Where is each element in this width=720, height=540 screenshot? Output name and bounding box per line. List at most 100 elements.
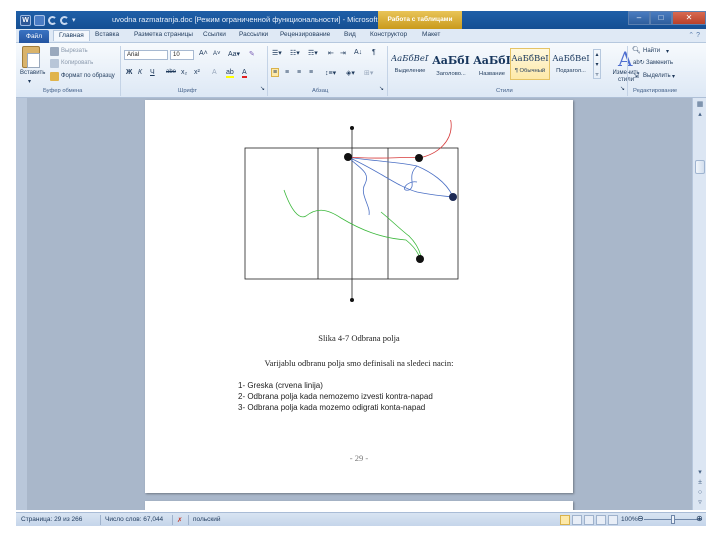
style-subtitle[interactable]: AaБбВеI Подзагол...	[551, 48, 591, 80]
scroll-up-icon[interactable]: ▴	[695, 110, 705, 120]
full-screen-reading-view-icon[interactable]	[572, 515, 582, 525]
font-name-combo[interactable]: Arial	[124, 50, 168, 60]
tab-home[interactable]: Главная	[53, 30, 90, 41]
outline-view-icon[interactable]	[596, 515, 606, 525]
tab-mailings[interactable]: Рассылки	[239, 31, 268, 38]
format-painter-icon[interactable]	[50, 72, 59, 81]
tab-page-layout[interactable]: Разметка страницы	[134, 31, 193, 38]
copy-icon[interactable]	[50, 59, 59, 68]
tab-insert[interactable]: Вставка	[95, 31, 119, 38]
paste-dropdown-icon[interactable]: ▾	[28, 78, 31, 85]
paste-icon[interactable]	[22, 46, 40, 68]
shading-icon[interactable]: ◈▾	[346, 69, 355, 77]
print-layout-view-icon[interactable]	[560, 515, 570, 525]
document-page[interactable]: Slika 4-7 Odbrana polja Varijablu odbran…	[145, 100, 573, 493]
draft-view-icon[interactable]	[608, 515, 618, 525]
cut-button[interactable]: Вырезать	[61, 48, 88, 54]
font-color-icon[interactable]: A	[242, 69, 247, 78]
zoom-in-icon[interactable]: ⊕	[696, 514, 703, 523]
numbering-icon[interactable]: ☷▾	[290, 49, 300, 57]
italic-icon[interactable]: К	[138, 69, 142, 76]
save-icon[interactable]	[34, 14, 45, 26]
tab-table-design[interactable]: Конструктор	[370, 31, 407, 38]
redo-icon[interactable]	[60, 15, 69, 25]
font-size-combo[interactable]: 10	[170, 50, 194, 60]
browse-object-icon[interactable]: ○	[695, 488, 705, 498]
zoom-slider-thumb[interactable]	[671, 515, 675, 524]
borders-icon[interactable]: ⊞▾	[364, 69, 373, 77]
zoom-level[interactable]: 100%	[621, 516, 638, 523]
tab-file[interactable]: Файл	[19, 30, 49, 43]
grow-font-icon[interactable]: A˄	[199, 50, 208, 57]
undo-icon[interactable]	[48, 15, 57, 25]
multilevel-list-icon[interactable]: ☶▾	[308, 49, 318, 57]
vertical-scrollbar[interactable]: ▦ ▴ ▾ ± ○ ▿	[692, 98, 706, 510]
ruler-toggle-icon[interactable]: ▦	[695, 100, 705, 110]
subscript-icon[interactable]: x₂	[181, 69, 187, 76]
minimize-button[interactable]: –	[628, 11, 650, 25]
tab-references[interactable]: Ссылки	[203, 31, 226, 38]
find-dropdown-icon[interactable]: ▾	[666, 48, 669, 55]
strikethrough-icon[interactable]: abe	[166, 69, 176, 75]
show-marks-icon[interactable]: ¶	[372, 49, 376, 56]
increase-indent-icon[interactable]: ⇥	[340, 49, 346, 57]
ribbon-tabs: Файл Главная Вставка Разметка страницы С…	[16, 29, 706, 43]
word-app-icon[interactable]: W	[20, 14, 31, 26]
styles-more-icon[interactable]: ▴ ▾ ▿	[593, 49, 601, 79]
document-area[interactable]: Slika 4-7 Odbrana polja Varijablu odbran…	[16, 98, 692, 510]
next-page[interactable]	[145, 501, 573, 510]
highlight-icon[interactable]: ab	[226, 69, 234, 78]
style-normal[interactable]: AaБбВеI ¶ Обычный	[510, 48, 550, 80]
replace-button[interactable]: Заменить	[646, 60, 673, 66]
underline-icon[interactable]: Ч	[150, 69, 155, 76]
paragraph-dialog-launcher-icon[interactable]: ↘	[379, 85, 384, 92]
web-layout-view-icon[interactable]	[584, 515, 594, 525]
font-dialog-launcher-icon[interactable]: ↘	[260, 85, 265, 92]
tab-review[interactable]: Рецензирование	[280, 31, 330, 38]
select-icon[interactable]: ⇲	[633, 72, 639, 80]
proofing-icon[interactable]: ✗	[177, 516, 182, 524]
page-counter[interactable]: Страница: 29 из 266	[21, 516, 82, 523]
replace-icon[interactable]: ab↻	[633, 59, 645, 66]
copy-button[interactable]: Копировать	[61, 60, 93, 66]
style-heading[interactable]: AaБбI Заголово...	[431, 48, 471, 80]
scroll-down-icon[interactable]: ▾	[695, 468, 705, 478]
help-icon[interactable]: ⌃ ?	[688, 31, 700, 39]
cut-icon[interactable]	[50, 47, 59, 56]
align-right-icon[interactable]: ≡	[297, 69, 301, 76]
shrink-font-icon[interactable]: A˅	[213, 51, 221, 57]
word-count[interactable]: Число слов: 67,044	[105, 516, 163, 523]
find-button[interactable]: Найти	[643, 48, 660, 54]
line-spacing-icon[interactable]: ↕≡▾	[325, 69, 336, 77]
superscript-icon[interactable]: x²	[194, 69, 200, 76]
zoom-out-icon[interactable]: ⊖	[637, 514, 644, 523]
customize-qat-icon[interactable]: ▾	[72, 16, 76, 24]
previous-page-icon[interactable]: ±	[695, 478, 705, 488]
sort-icon[interactable]: A↓	[354, 49, 362, 56]
change-case-icon[interactable]: Aa▾	[228, 50, 240, 58]
paste-button[interactable]: Вставить	[20, 70, 45, 76]
style-emphasis[interactable]: AaБбВеГ Выделение	[390, 48, 430, 80]
justify-icon[interactable]: ≡	[309, 69, 313, 76]
bullets-icon[interactable]: ☰▾	[272, 49, 282, 57]
style-title[interactable]: AaБбI Название	[472, 48, 512, 80]
select-dropdown-icon[interactable]: ▾	[672, 73, 675, 80]
find-icon[interactable]: 🔍︎	[632, 46, 641, 54]
bold-icon[interactable]: Ж	[126, 69, 132, 76]
scroll-thumb[interactable]	[695, 160, 705, 174]
decrease-indent-icon[interactable]: ⇤	[328, 49, 334, 57]
close-button[interactable]: ✕	[672, 11, 706, 25]
clear-formatting-icon[interactable]: ✎	[249, 50, 255, 58]
tab-view[interactable]: Вид	[344, 31, 356, 38]
tab-table-layout[interactable]: Макет	[422, 31, 440, 38]
next-page-icon[interactable]: ▿	[695, 498, 705, 508]
maximize-button[interactable]: □	[650, 11, 672, 25]
change-styles-icon[interactable]: A	[618, 47, 632, 71]
styles-dialog-launcher-icon[interactable]: ↘	[620, 85, 625, 92]
select-button[interactable]: Выделить	[643, 73, 671, 79]
align-center-icon[interactable]: ≡	[285, 69, 289, 76]
format-painter-button[interactable]: Формат по образцу	[61, 73, 115, 79]
language-indicator[interactable]: польский	[193, 516, 221, 523]
align-left-icon[interactable]: ≡	[271, 68, 280, 77]
text-effects-icon[interactable]: A	[212, 69, 217, 76]
